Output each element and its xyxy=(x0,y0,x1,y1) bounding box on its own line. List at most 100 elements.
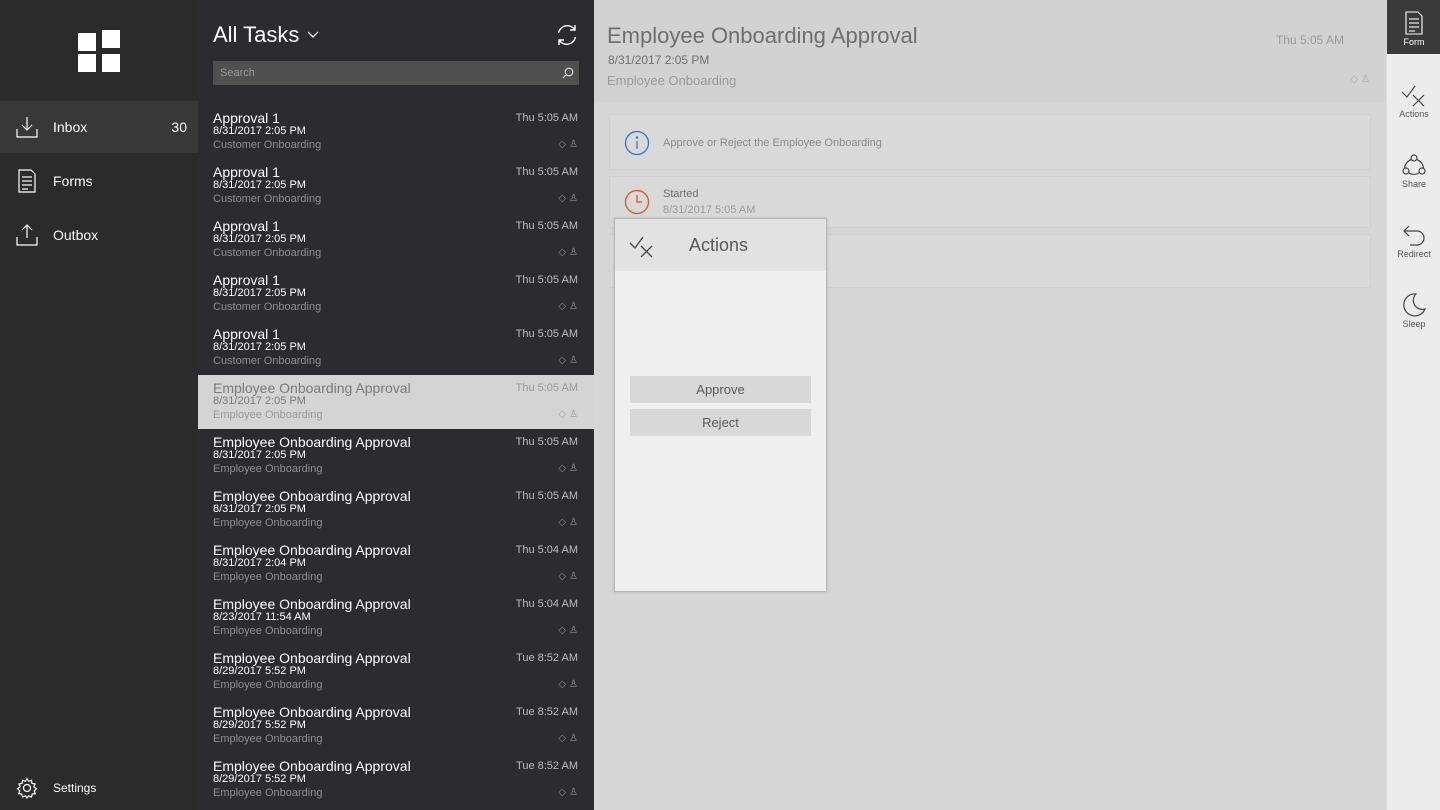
inbox-count: 30 xyxy=(171,119,187,135)
status-date: 8/31/2017 5:05 AM xyxy=(663,204,756,216)
redirect-command[interactable]: Redirect xyxy=(1387,212,1440,274)
task-category: Customer Onboarding xyxy=(213,355,322,367)
person-icon: ♙ xyxy=(569,679,578,690)
tag-icon: ◇ xyxy=(558,139,567,150)
tag-icon: ◇ xyxy=(558,247,567,258)
task-category: Employee Onboarding xyxy=(213,787,323,799)
task-time: Thu 5:04 AM xyxy=(515,544,578,556)
detail-title: Employee Onboarding Approval xyxy=(607,23,918,48)
task-date: 8/31/2017 2:05 PM xyxy=(213,503,306,515)
form-command[interactable]: Form xyxy=(1387,0,1440,54)
tag-icon: ◇ xyxy=(558,571,567,582)
task-date: 8/31/2017 2:05 PM xyxy=(213,233,306,245)
actions-check-cross-icon xyxy=(1401,82,1427,108)
task-date: 8/29/2017 5:52 PM xyxy=(213,719,306,731)
person-icon: ♙ xyxy=(569,787,578,798)
nav-item-outbox[interactable]: Outbox xyxy=(0,209,198,261)
person-icon: ♙ xyxy=(1361,74,1370,85)
status-label: Started xyxy=(663,188,699,200)
reject-button[interactable]: Reject xyxy=(630,409,811,436)
approve-button[interactable]: Approve xyxy=(630,376,811,403)
person-icon: ♙ xyxy=(569,625,578,636)
task-category: Employee Onboarding xyxy=(213,625,323,637)
tag-icon: ◇ xyxy=(558,733,567,744)
outbox-upload-icon xyxy=(14,222,40,248)
actions-command-label: Actions xyxy=(1399,109,1429,119)
person-icon: ♙ xyxy=(569,301,578,312)
task-title: Employee Onboarding Approval xyxy=(213,542,411,558)
settings-button[interactable]: Settings xyxy=(0,770,198,806)
task-row[interactable]: Employee Onboarding Approval 8/31/2017 2… xyxy=(198,537,594,591)
task-row[interactable]: Employee Onboarding Approval 8/29/2017 5… xyxy=(198,699,594,753)
task-title: Employee Onboarding Approval xyxy=(213,650,411,666)
actions-check-cross-icon xyxy=(629,236,653,258)
settings-label: Settings xyxy=(53,781,97,795)
gear-icon xyxy=(14,775,40,801)
task-row[interactable]: Approval 1 8/31/2017 2:05 PM Customer On… xyxy=(198,267,594,321)
tag-icon: ◇ xyxy=(558,193,567,204)
info-text: Approve or Reject the Employee Onboardin… xyxy=(663,137,882,149)
task-date: 8/31/2017 2:05 PM xyxy=(213,125,306,137)
task-time: Thu 5:05 AM xyxy=(515,436,578,448)
person-icon: ♙ xyxy=(569,571,578,582)
nav-item-inbox[interactable]: Inbox 30 xyxy=(0,101,198,153)
task-row[interactable]: Approval 1 8/31/2017 2:05 PM Customer On… xyxy=(198,159,594,213)
redirect-command-label: Redirect xyxy=(1397,249,1431,259)
task-row-selected[interactable]: Employee Onboarding Approval 8/31/2017 2… xyxy=(198,375,594,429)
task-time: Thu 5:05 AM xyxy=(515,220,578,232)
task-time: Thu 5:04 AM xyxy=(515,598,578,610)
task-title: Employee Onboarding Approval xyxy=(213,758,411,774)
share-command[interactable]: Share xyxy=(1387,142,1440,204)
share-icon xyxy=(1401,152,1427,178)
actions-flyout: Actions Approve Reject xyxy=(614,218,827,592)
task-category: Employee Onboarding xyxy=(213,463,323,475)
task-time: Thu 5:05 AM xyxy=(515,382,578,394)
task-row[interactable]: Approval 1 8/31/2017 2:05 PM Customer On… xyxy=(198,105,594,159)
person-icon: ♙ xyxy=(569,733,578,744)
task-row[interactable]: Employee Onboarding Approval 8/29/2017 5… xyxy=(198,753,594,807)
tag-icon: ◇ xyxy=(558,409,567,420)
person-icon: ♙ xyxy=(569,517,578,528)
tag-icon: ◇ xyxy=(558,355,567,366)
task-list-pane: All Tasks Approval 1 8/31/2017 2:05 PM C… xyxy=(198,0,594,810)
task-date: 8/29/2017 5:52 PM xyxy=(213,773,306,785)
detail-time: Thu 5:05 AM xyxy=(1275,33,1344,47)
inbox-download-icon xyxy=(14,114,40,140)
command-bar: Form Actions Share Redirect Sleep xyxy=(1386,0,1440,810)
task-category: Employee Onboarding xyxy=(213,409,323,421)
task-time: Tue 8:52 AM xyxy=(516,706,578,718)
task-row[interactable]: Approval 1 8/31/2017 2:05 PM Customer On… xyxy=(198,321,594,375)
task-time: Tue 8:52 AM xyxy=(516,760,578,772)
search-input[interactable] xyxy=(213,61,557,85)
app-logo-icon xyxy=(78,30,120,72)
task-time: Thu 5:05 AM xyxy=(515,166,578,178)
person-icon: ♙ xyxy=(569,193,578,204)
nav-label-outbox: Outbox xyxy=(53,227,99,243)
search-box xyxy=(213,61,579,85)
tag-icon: ◇ xyxy=(558,679,567,690)
task-row[interactable]: Employee Onboarding Approval 8/23/2017 1… xyxy=(198,591,594,645)
task-title: Employee Onboarding Approval xyxy=(213,434,411,450)
task-row[interactable]: Employee Onboarding Approval 8/29/2017 5… xyxy=(198,645,594,699)
actions-command[interactable]: Actions xyxy=(1387,72,1440,134)
task-row[interactable]: Employee Onboarding Approval 8/31/2017 2… xyxy=(198,429,594,483)
task-row[interactable]: Approval 1 8/31/2017 2:05 PM Customer On… xyxy=(198,213,594,267)
sleep-command[interactable]: Sleep xyxy=(1387,282,1440,344)
refresh-button[interactable] xyxy=(554,22,580,48)
flyout-title: Actions xyxy=(689,235,749,255)
person-icon: ♙ xyxy=(569,139,578,150)
task-date: 8/31/2017 2:05 PM xyxy=(213,449,306,461)
search-icon[interactable] xyxy=(557,62,579,84)
task-date: 8/23/2017 11:54 AM xyxy=(213,611,311,623)
detail-date: 8/31/2017 2:05 PM xyxy=(608,53,710,67)
task-filter-dropdown[interactable]: All Tasks xyxy=(213,22,319,48)
task-row[interactable]: Employee Onboarding Approval 8/31/2017 2… xyxy=(198,483,594,537)
nav-item-forms[interactable]: Forms xyxy=(0,155,198,207)
task-category: Customer Onboarding xyxy=(213,247,322,259)
clock-icon xyxy=(624,189,650,215)
person-icon: ♙ xyxy=(569,463,578,474)
form-document-icon xyxy=(14,168,40,194)
person-icon: ♙ xyxy=(569,409,578,420)
tag-icon: ◇ xyxy=(558,625,567,636)
task-category: Customer Onboarding xyxy=(213,193,322,205)
